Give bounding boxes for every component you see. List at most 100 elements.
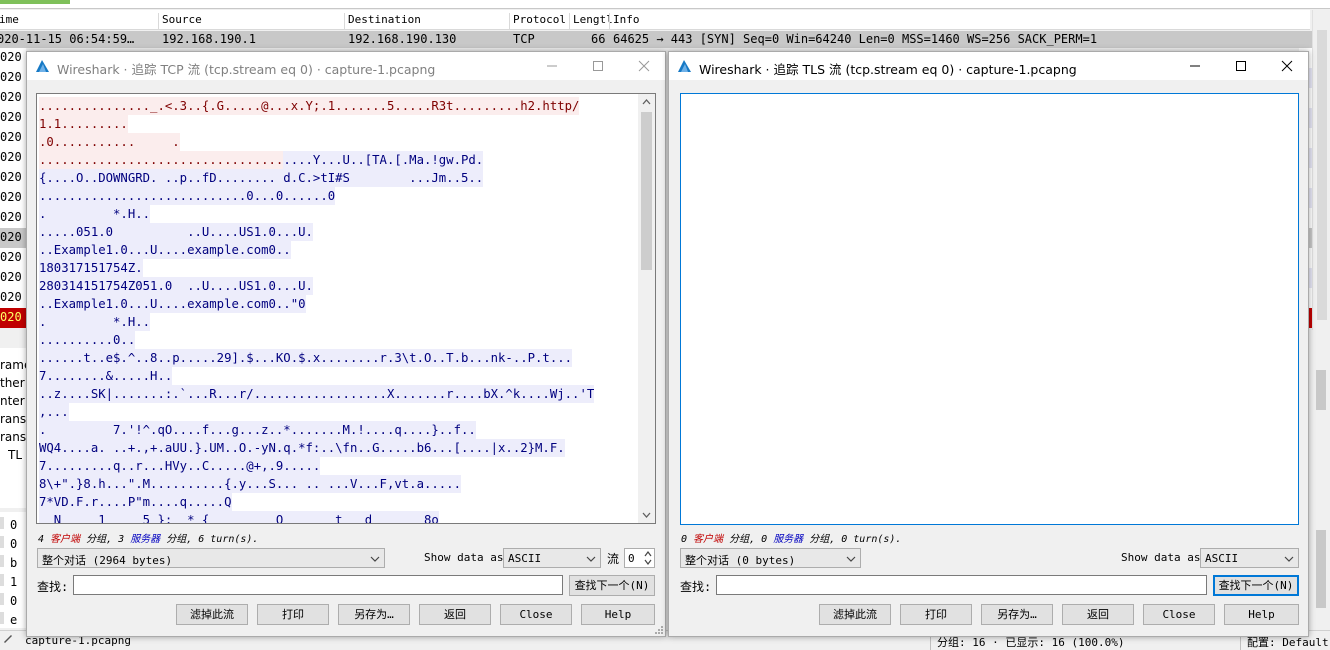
hex-row[interactable]: 0: [0, 517, 26, 532]
conversation-select[interactable]: 整个对话 (0 bytes): [680, 548, 861, 568]
hex-row[interactable]: 0: [0, 536, 26, 551]
back-button[interactable]: 返回: [419, 604, 491, 625]
spin-down-icon[interactable]: [643, 558, 653, 566]
dialog-titlebar[interactable]: Wireshark · 追踪 TLS 流 (tcp.stream eq 0) ·…: [669, 52, 1308, 80]
details-scrollbar[interactable]: [1312, 352, 1330, 512]
server-data-line: . 7.'!^.qO....f...g...z..*.......M.!....…: [39, 421, 629, 439]
server-data-line: ,...: [39, 403, 629, 421]
find-next-button[interactable]: 查找下一个(N): [1213, 575, 1299, 596]
packet-row[interactable]: 020: [0, 288, 26, 308]
resize-grip-icon[interactable]: [654, 625, 664, 635]
stream-label: 流: [607, 552, 620, 566]
packet-row[interactable]: 020: [0, 188, 26, 208]
column-header-time[interactable]: ime: [0, 13, 19, 29]
packet-row[interactable]: 020: [0, 108, 26, 128]
packet-row-selected[interactable]: 020-11-15 06:54:59… 192.168.190.1 192.16…: [0, 31, 1312, 48]
stream-line-text: ....Y...U..[TA.[.Ma.!gw.Pd.: [283, 151, 484, 169]
stream-number-spinbox[interactable]: 0: [624, 548, 655, 568]
filter-out-stream-button[interactable]: 滤掉此流: [176, 604, 248, 625]
wireshark-icon: [678, 60, 691, 72]
print-button[interactable]: 打印: [257, 604, 329, 625]
scrollbar-thumb[interactable]: [1316, 370, 1326, 410]
stream-line-text: ..z....SK|.......:.`...R...r/...........…: [39, 385, 595, 403]
stream-line-text: ,...: [39, 403, 69, 421]
server-data-line: 280314151754Z051.0 ..U....US1.0...U.: [39, 277, 629, 295]
maximize-button[interactable]: [1218, 52, 1264, 80]
stream-scrollbar[interactable]: [638, 94, 655, 523]
bytes-scrollbar[interactable]: [1312, 512, 1330, 628]
packet-row[interactable]: 020: [0, 308, 26, 328]
column-header-source[interactable]: Source: [158, 13, 202, 29]
client-data-line: ..............._.<.3..{.G.....@...x.Y;.1…: [39, 97, 629, 115]
back-button[interactable]: 返回: [1062, 604, 1134, 625]
tree-item[interactable]: rans: [0, 412, 26, 426]
packet-row[interactable]: 020: [0, 128, 26, 148]
minimize-button[interactable]: [529, 52, 575, 80]
stream-content-area[interactable]: [680, 93, 1299, 525]
packet-list-header: ime Source Destination Protocol Lengtl I…: [0, 10, 1310, 30]
stream-line-text: . 7.'!^.qO....f...g...z..*.......M.!....…: [39, 421, 476, 439]
server-data-line: 7.........q..r...HVy..C.....@+,.9.....: [39, 457, 629, 475]
scrollbar-thumb[interactable]: [1317, 30, 1327, 320]
maximize-button[interactable]: [575, 52, 621, 80]
scrollbar-thumb[interactable]: [641, 112, 652, 270]
scroll-up-arrow[interactable]: [638, 94, 655, 111]
filter-valid-indicator: [0, 0, 70, 4]
server-data-line: . *.H..: [39, 313, 629, 331]
packet-row[interactable]: 020: [0, 268, 26, 288]
tree-item[interactable]: nter: [0, 394, 26, 408]
packet-row[interactable]: 020: [0, 48, 26, 68]
find-next-button[interactable]: 查找下一个(N): [569, 575, 655, 596]
save-as-button[interactable]: 另存为…: [338, 604, 410, 625]
packet-bytes-pane[interactable]: 0 0 b 1 0 e: [0, 512, 26, 628]
help-button[interactable]: Help: [581, 604, 655, 625]
conversation-select[interactable]: 整个对话 (2964 bytes): [37, 548, 385, 568]
show-data-as-select[interactable]: ASCII: [503, 548, 601, 568]
hex-row[interactable]: 1: [0, 574, 26, 589]
summary-separator: 分组,: [80, 534, 119, 545]
packet-row[interactable]: 020: [0, 148, 26, 168]
tree-item[interactable]: rans: [0, 430, 26, 444]
column-header-destination[interactable]: Destination: [344, 13, 421, 29]
show-data-as-select[interactable]: ASCII: [1200, 548, 1299, 568]
stream-content-area[interactable]: ..............._.<.3..{.G.....@...x.Y;.1…: [36, 93, 656, 524]
packet-row[interactable]: 020: [0, 168, 26, 188]
dialog-titlebar[interactable]: Wireshark · 追踪 TCP 流 (tcp.stream eq 0) ·…: [27, 52, 665, 80]
help-button[interactable]: Help: [1224, 604, 1299, 625]
find-input[interactable]: [716, 575, 1207, 595]
minimize-button[interactable]: [1172, 52, 1218, 80]
conversation-select-value: 整个对话 (2964 bytes): [42, 554, 173, 567]
packet-row[interactable]: 020: [0, 88, 26, 108]
filter-out-stream-button[interactable]: 滤掉此流: [819, 604, 891, 625]
spin-up-icon[interactable]: [643, 550, 653, 558]
close-window-button[interactable]: [621, 52, 667, 80]
print-button[interactable]: 打印: [900, 604, 972, 625]
packet-list-scrollbar[interactable]: [1312, 10, 1330, 330]
column-header-length[interactable]: Lengtl: [569, 13, 613, 29]
hex-row[interactable]: 0: [0, 593, 26, 608]
column-header-info[interactable]: Info: [609, 13, 640, 29]
scrollbar-thumb[interactable]: [1316, 530, 1326, 608]
status-icon[interactable]: [2, 632, 14, 647]
packet-row[interactable]: 020: [0, 228, 26, 248]
server-data-line: ..Example1.0...U....example.com0..: [39, 241, 629, 259]
packet-row[interactable]: 020: [0, 208, 26, 228]
find-input[interactable]: [73, 575, 563, 595]
stream-line-text: ..............._.<.3..{.G.....@...x.Y;.1…: [39, 97, 580, 115]
hex-offset: 0: [10, 594, 18, 608]
hex-row[interactable]: e: [0, 612, 26, 627]
column-header-protocol[interactable]: Protocol: [509, 13, 566, 29]
tree-item[interactable]: ther: [0, 376, 26, 390]
save-as-button[interactable]: 另存为…: [981, 604, 1053, 625]
close-button[interactable]: Close: [500, 604, 572, 625]
close-button[interactable]: Close: [1143, 604, 1215, 625]
close-window-button[interactable]: [1264, 52, 1310, 80]
hex-row[interactable]: b: [0, 555, 26, 570]
tree-item[interactable]: rame: [0, 358, 26, 372]
scroll-down-arrow[interactable]: [638, 506, 655, 523]
dialog-title: Wireshark · 追踪 TCP 流 (tcp.stream eq 0) ·…: [57, 62, 436, 77]
packet-row[interactable]: 020: [0, 248, 26, 268]
packet-details-pane[interactable]: ramethernterransransTL: [0, 348, 26, 508]
packet-row[interactable]: 020: [0, 68, 26, 88]
packet-list-rows[interactable]: 020 020 020 020 020 020 020 020 020 020 020 020 020 0…: [0, 48, 26, 330]
